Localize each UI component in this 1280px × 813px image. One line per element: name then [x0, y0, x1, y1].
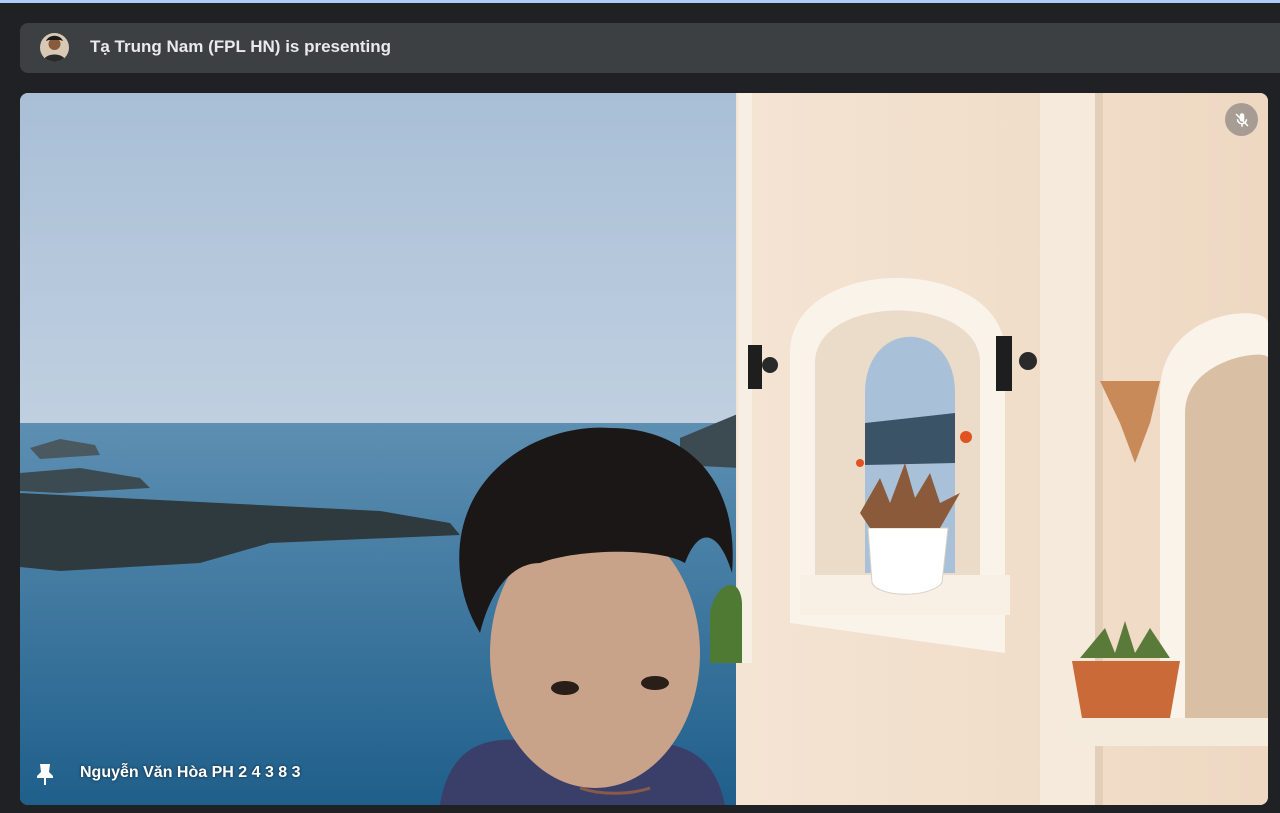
user-avatar-icon [40, 33, 69, 62]
pin-icon [37, 764, 53, 785]
presenting-text: Tạ Trung Nam (FPL HN) is presenting [90, 37, 391, 56]
top-accent-bar [0, 0, 1280, 3]
video-feed [20, 93, 1268, 805]
mic-off-icon [1234, 112, 1249, 127]
mic-muted-indicator [1225, 103, 1258, 136]
participant-name: Nguyễn Văn Hòa PH 2 4 3 8 3 [80, 764, 301, 781]
pin-button[interactable] [32, 761, 58, 787]
presenter-avatar [40, 33, 69, 62]
participant-video-tile[interactable]: Nguyễn Văn Hòa PH 2 4 3 8 3 [20, 93, 1268, 805]
presenting-banner[interactable]: Tạ Trung Nam (FPL HN) is presenting [20, 23, 1280, 73]
